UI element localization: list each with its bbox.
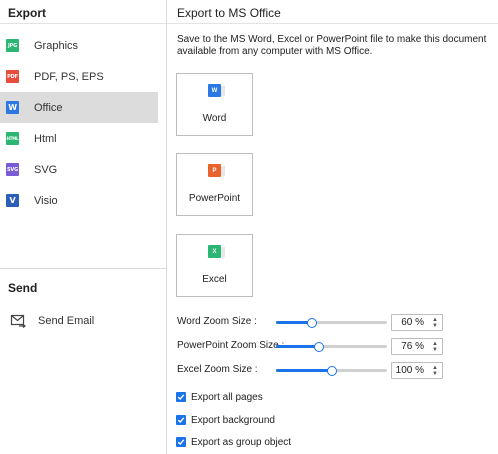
format-item-graphics[interactable]: JPG Graphics bbox=[0, 30, 158, 61]
card-label: PowerPoint bbox=[188, 193, 241, 204]
checkbox-label: Export as group object bbox=[191, 436, 292, 448]
format-label: Visio bbox=[34, 194, 58, 207]
word-icon: W bbox=[6, 101, 19, 114]
divider bbox=[167, 23, 498, 24]
export-title: Export bbox=[8, 6, 47, 20]
word-zoom-row: Word Zoom Size : 60 % ▲ ▼ bbox=[177, 314, 467, 331]
format-list: JPG Graphics PDF PDF, PS, EPS W Office H… bbox=[0, 30, 158, 216]
export-group-object-checkbox[interactable]: Export as group object bbox=[176, 435, 291, 449]
checkbox-label: Export background bbox=[191, 414, 275, 426]
card-label: Word bbox=[202, 113, 227, 124]
send-email-button[interactable]: Send Email bbox=[10, 311, 94, 331]
excel-doc-icon: X bbox=[208, 245, 225, 258]
excel-zoom-row: Excel Zoom Size : 100 % ▲ ▼ bbox=[177, 362, 467, 379]
divider bbox=[0, 268, 166, 269]
svg-icon: SVG bbox=[6, 163, 19, 176]
format-item-visio[interactable]: V Visio bbox=[0, 185, 158, 216]
visio-icon: V bbox=[6, 194, 19, 207]
html-icon: HTML bbox=[6, 132, 19, 145]
format-item-svg[interactable]: SVG SVG bbox=[0, 154, 158, 185]
slider-thumb[interactable] bbox=[326, 366, 337, 376]
slider-fill bbox=[276, 345, 320, 348]
excel-zoom-label: Excel Zoom Size : bbox=[177, 364, 258, 375]
format-label: Office bbox=[34, 101, 63, 114]
checkmark-icon bbox=[176, 415, 186, 425]
format-item-html[interactable]: HTML Html bbox=[0, 123, 158, 154]
powerpoint-zoom-label: PowerPoint Zoom Size : bbox=[177, 340, 285, 351]
slider-fill bbox=[276, 369, 332, 372]
word-zoom-slider[interactable] bbox=[276, 318, 387, 328]
checkmark-icon bbox=[176, 392, 186, 402]
format-label: Graphics bbox=[34, 39, 79, 52]
excel-zoom-slider[interactable] bbox=[276, 366, 387, 376]
powerpoint-zoom-spinbox[interactable]: 76 % ▲ ▼ bbox=[391, 338, 443, 355]
powerpoint-zoom-slider[interactable] bbox=[276, 342, 387, 352]
slider-thumb[interactable] bbox=[314, 342, 325, 352]
excel-zoom-spinbox[interactable]: 100 % ▲ ▼ bbox=[391, 362, 443, 379]
spin-arrows-icon[interactable]: ▲ ▼ bbox=[431, 316, 439, 329]
word-zoom-label: Word Zoom Size : bbox=[177, 316, 257, 327]
powerpoint-export-card[interactable]: P PowerPoint bbox=[176, 153, 253, 216]
powerpoint-zoom-value: 76 % bbox=[401, 341, 424, 352]
divider bbox=[0, 23, 166, 24]
word-zoom-spinbox[interactable]: 60 % ▲ ▼ bbox=[391, 314, 443, 331]
word-zoom-value: 60 % bbox=[401, 317, 424, 328]
jpg-icon: JPG bbox=[6, 39, 19, 52]
spin-arrows-icon[interactable]: ▲ ▼ bbox=[431, 364, 439, 377]
export-all-pages-checkbox[interactable]: Export all pages bbox=[176, 390, 263, 404]
description: Save to the MS Word, Excel or PowerPoint… bbox=[177, 34, 487, 57]
send-email-icon bbox=[10, 314, 26, 328]
excel-zoom-value: 100 % bbox=[395, 365, 424, 376]
powerpoint-zoom-row: PowerPoint Zoom Size : 76 % ▲ ▼ bbox=[177, 338, 467, 355]
excel-export-card[interactable]: X Excel bbox=[176, 234, 253, 297]
send-email-label: Send Email bbox=[38, 315, 95, 327]
slider-thumb[interactable] bbox=[306, 318, 317, 328]
word-export-card[interactable]: W Word bbox=[176, 73, 253, 136]
format-label: PDF, PS, EPS bbox=[34, 70, 104, 83]
powerpoint-doc-icon: P bbox=[208, 164, 225, 177]
format-item-office[interactable]: W Office bbox=[0, 92, 158, 123]
format-label: Html bbox=[34, 132, 57, 145]
checkmark-icon bbox=[176, 437, 186, 447]
word-doc-icon: W bbox=[208, 84, 225, 97]
spin-arrows-icon[interactable]: ▲ ▼ bbox=[431, 340, 439, 353]
export-sidebar: Export JPG Graphics PDF PDF, PS, EPS W O… bbox=[0, 0, 167, 454]
format-label: SVG bbox=[34, 163, 58, 176]
card-label: Excel bbox=[202, 274, 227, 285]
export-background-checkbox[interactable]: Export background bbox=[176, 413, 275, 427]
checkbox-label: Export all pages bbox=[191, 391, 263, 403]
pdf-icon: PDF bbox=[6, 70, 19, 83]
page-title: Export to MS Office bbox=[177, 6, 281, 20]
format-item-pdf[interactable]: PDF PDF, PS, EPS bbox=[0, 61, 158, 92]
send-title: Send bbox=[8, 281, 38, 295]
